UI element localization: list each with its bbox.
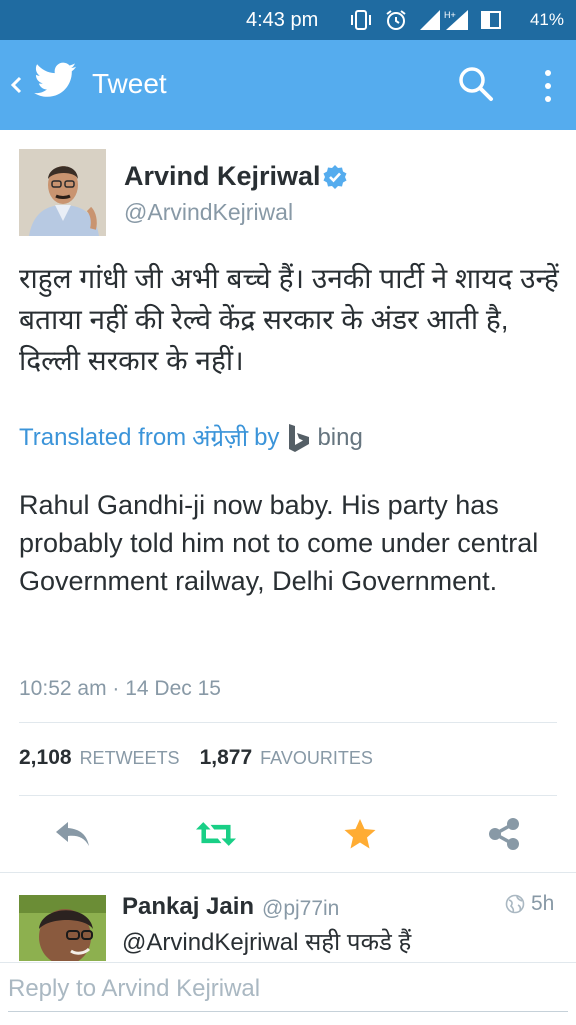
network-type: H+ — [444, 10, 456, 20]
reply-composer — [0, 962, 576, 1025]
divider — [0, 872, 576, 873]
favourite-button[interactable] — [340, 814, 380, 854]
translated-by: by — [254, 423, 280, 451]
favourites-label[interactable]: FAVOURITES — [260, 748, 373, 769]
globe-icon — [505, 894, 525, 914]
retweet-button[interactable] — [196, 814, 236, 854]
share-button[interactable] — [484, 814, 524, 854]
translator-name: bing — [317, 423, 363, 451]
retweets-label[interactable]: RETWEETS — [80, 748, 180, 769]
reply-input-underline — [8, 1011, 568, 1012]
search-icon — [459, 67, 493, 101]
tweet-timestamp: 10:52 am · 14 Dec 15 — [19, 677, 221, 700]
translated-prefix: Translated from — [19, 423, 187, 451]
twitter-bird-icon — [34, 62, 76, 97]
signal-icon: H+ — [420, 10, 468, 30]
reply-input[interactable] — [8, 969, 568, 1009]
status-time: 4:43 pm — [246, 9, 319, 31]
search-button[interactable] — [458, 65, 494, 108]
retweet-icon — [196, 822, 236, 846]
reply-author-name[interactable]: Pankaj Jain — [122, 893, 254, 921]
bing-logo-icon — [289, 423, 310, 452]
overflow-menu-button[interactable] — [538, 64, 558, 108]
translated-language: अंग्रेज़ी — [192, 425, 249, 452]
reply-avatar-image — [19, 895, 106, 961]
verified-badge-icon — [323, 165, 347, 189]
favourite-star-icon — [344, 819, 376, 849]
share-icon — [489, 818, 519, 850]
reply-text: @ArvindKejriwal सही पकडे हैं — [122, 929, 412, 956]
author-handle[interactable]: @ArvindKejriwal — [124, 199, 293, 226]
avatar-image — [19, 149, 106, 236]
translated-text: Rahul Gandhi-ji now baby. His party has … — [19, 490, 539, 596]
back-button[interactable] — [6, 66, 28, 104]
reply-time: 5h — [531, 892, 555, 915]
translation-attribution[interactable]: Translated from अंग्रेज़ी by bing — [19, 421, 363, 454]
status-icons: H+ — [348, 8, 502, 32]
tweet-text: राहुल गांधी जी अभी बच्चे हैं। उनकी पार्ट… — [19, 263, 559, 376]
battery-icon — [481, 11, 501, 29]
status-bar: 4:43 pm H+ 41% — [0, 0, 576, 40]
retweets-count[interactable]: 2,108 — [19, 746, 72, 770]
author-name[interactable]: Arvind Kejriwal — [124, 161, 321, 192]
tweet-stats: 2,108 RETWEETS 1,877 FAVOURITES — [19, 746, 393, 770]
alarm-icon — [386, 10, 406, 30]
vibrate-icon — [351, 10, 371, 30]
divider — [19, 722, 557, 723]
reply-avatar[interactable] — [19, 895, 106, 961]
page-title: Tweet — [92, 68, 167, 99]
favourites-count[interactable]: 1,877 — [200, 746, 253, 770]
author-avatar[interactable] — [19, 149, 106, 236]
reply-author-handle[interactable]: @pj77in — [262, 897, 339, 921]
back-icon — [10, 76, 22, 94]
battery-percent: 41% — [529, 10, 564, 29]
app-bar: Tweet — [0, 40, 576, 130]
reply-icon — [56, 822, 89, 846]
reply-button[interactable] — [52, 814, 92, 854]
divider — [19, 795, 557, 796]
